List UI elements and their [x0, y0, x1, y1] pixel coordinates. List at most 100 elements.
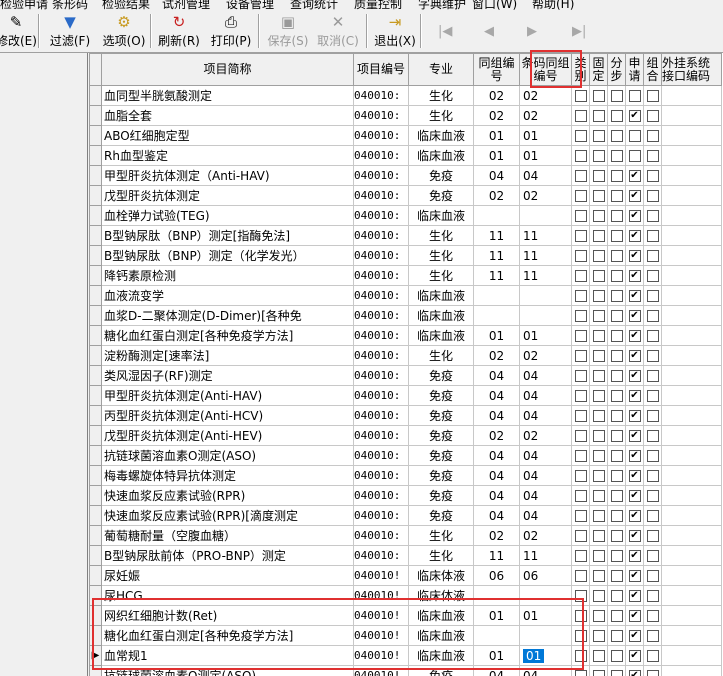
checkbox[interactable]: ✔ — [628, 590, 641, 602]
menu-item[interactable]: 窗口(W) — [472, 0, 517, 10]
cell-name[interactable]: B型钠尿肽（BNP）测定[指酶免法] — [101, 225, 354, 246]
cell-name[interactable]: Rh血型鉴定 — [101, 145, 354, 166]
print-button[interactable]: ⎙ 打印(P) — [208, 12, 254, 50]
checkbox-category[interactable] — [571, 185, 590, 206]
cell-group-no[interactable] — [473, 205, 520, 226]
checkbox[interactable]: ✔ — [628, 330, 641, 342]
checkbox-category[interactable] — [571, 85, 590, 106]
cell-group-no[interactable]: 01 — [473, 145, 520, 166]
cell-barcode-group[interactable]: 11 — [519, 225, 572, 246]
checkbox[interactable] — [592, 610, 605, 622]
cell-external[interactable] — [661, 445, 722, 466]
cell-code[interactable]: 040010: — [353, 165, 409, 186]
menu-item[interactable]: 检验结果 — [102, 0, 150, 10]
checkbox-apply[interactable]: ✔ — [625, 165, 644, 186]
cell-dept[interactable]: 免疫 — [408, 365, 474, 386]
cell-external[interactable] — [661, 265, 722, 286]
checkbox-fixed[interactable] — [589, 465, 608, 486]
cell-barcode-group[interactable] — [519, 205, 572, 226]
checkbox-combine[interactable] — [643, 185, 662, 206]
checkbox-apply[interactable]: ✔ — [625, 245, 644, 266]
cell-dept[interactable]: 临床血液 — [408, 645, 474, 666]
cell-code[interactable]: 040010: — [353, 125, 409, 146]
checkbox-apply[interactable]: ✔ — [625, 465, 644, 486]
checkbox[interactable] — [574, 470, 587, 482]
row-indicator[interactable] — [89, 605, 102, 626]
table-row[interactable]: 网织红细胞计数(Ret) 040010! 临床血液 01 01 ✔ — [89, 605, 722, 626]
row-indicator[interactable] — [89, 125, 102, 146]
checkbox-split[interactable] — [607, 645, 626, 666]
cell-name[interactable]: 血栓弹力试验(TEG) — [101, 205, 354, 226]
cell-code[interactable]: 040010: — [353, 325, 409, 346]
checkbox[interactable]: ✔ — [628, 390, 641, 402]
checkbox[interactable] — [592, 90, 605, 102]
checkbox-combine[interactable] — [643, 285, 662, 306]
table-row[interactable]: B型钠尿肽前体（PRO-BNP）测定 040010: 生化 11 11 ✔ — [89, 545, 722, 566]
row-indicator[interactable] — [89, 665, 102, 676]
checkbox[interactable] — [646, 670, 659, 676]
cell-group-no[interactable]: 04 — [473, 485, 520, 506]
cell-dept[interactable]: 临床血液 — [408, 605, 474, 626]
table-row[interactable]: 抗链球菌溶血素O测定(ASO) 040010! 免疫 04 04 ✔ — [89, 665, 722, 676]
cell-name[interactable]: 戊型肝炎抗体测定(Anti-HEV) — [101, 425, 354, 446]
checkbox[interactable] — [646, 250, 659, 262]
checkbox[interactable] — [574, 410, 587, 422]
checkbox-split[interactable] — [607, 365, 626, 386]
cell-barcode-group[interactable]: 04 — [519, 445, 572, 466]
checkbox-apply[interactable]: ✔ — [625, 585, 644, 606]
previous-record-icon[interactable]: ◀ — [484, 24, 494, 39]
checkbox[interactable] — [610, 610, 623, 622]
checkbox-category[interactable] — [571, 345, 590, 366]
checkbox[interactable] — [574, 310, 587, 322]
cell-name[interactable]: 糖化血红蛋白测定[各种免疫学方法] — [101, 325, 354, 346]
cell-code[interactable]: 040010: — [353, 105, 409, 126]
cell-dept[interactable]: 免疫 — [408, 165, 474, 186]
cell-group-no[interactable]: 11 — [473, 245, 520, 266]
cell-dept[interactable]: 免疫 — [408, 465, 474, 486]
table-row[interactable]: Rh血型鉴定 040010: 临床血液 01 01 — [89, 145, 722, 166]
cell-barcode-group[interactable]: 06 — [519, 565, 572, 586]
cell-external[interactable] — [661, 565, 722, 586]
checkbox-fixed[interactable] — [589, 105, 608, 126]
table-row[interactable]: 甲型肝炎抗体测定（Anti-HAV) 040010: 免疫 04 04 ✔ — [89, 165, 722, 186]
checkbox-fixed[interactable] — [589, 625, 608, 646]
checkbox-fixed[interactable] — [589, 305, 608, 326]
cell-barcode-group[interactable]: 01 — [519, 145, 572, 166]
checkbox[interactable] — [646, 390, 659, 402]
checkbox[interactable] — [592, 550, 605, 562]
checkbox-apply[interactable]: ✔ — [625, 605, 644, 626]
checkbox-combine[interactable] — [643, 305, 662, 326]
cell-barcode-group[interactable]: 04 — [519, 485, 572, 506]
checkbox[interactable] — [610, 430, 623, 442]
cell-barcode-group[interactable]: 02 — [519, 525, 572, 546]
checkbox-combine[interactable] — [643, 345, 662, 366]
cell-dept[interactable]: 生化 — [408, 525, 474, 546]
cell-group-no[interactable]: 04 — [473, 365, 520, 386]
table-row[interactable]: 葡萄糖耐量（空腹血糖） 040010: 生化 02 02 ✔ — [89, 525, 722, 546]
row-indicator[interactable] — [89, 205, 102, 226]
checkbox[interactable] — [646, 110, 659, 122]
checkbox-split[interactable] — [607, 485, 626, 506]
cell-barcode-group[interactable]: 04 — [519, 665, 572, 676]
cell-external[interactable] — [661, 145, 722, 166]
cell-code[interactable]: 040010: — [353, 485, 409, 506]
cell-code[interactable]: 040010: — [353, 525, 409, 546]
checkbox[interactable] — [574, 130, 587, 142]
cell-code[interactable]: 040010: — [353, 185, 409, 206]
cell-dept[interactable]: 临床血液 — [408, 305, 474, 326]
checkbox[interactable] — [646, 630, 659, 642]
cell-barcode-group[interactable]: 02 — [519, 105, 572, 126]
cell-code[interactable]: 040010: — [353, 405, 409, 426]
checkbox-apply[interactable]: ✔ — [625, 105, 644, 126]
checkbox[interactable]: ✔ — [628, 310, 641, 322]
checkbox[interactable] — [592, 230, 605, 242]
checkbox[interactable] — [592, 150, 605, 162]
checkbox-apply[interactable]: ✔ — [625, 665, 644, 676]
checkbox-split[interactable] — [607, 565, 626, 586]
cell-code[interactable]: 040010: — [353, 425, 409, 446]
cell-dept[interactable]: 免疫 — [408, 485, 474, 506]
checkbox-split[interactable] — [607, 165, 626, 186]
cell-group-no[interactable]: 02 — [473, 185, 520, 206]
checkbox[interactable] — [592, 670, 605, 676]
checkbox[interactable] — [592, 510, 605, 522]
